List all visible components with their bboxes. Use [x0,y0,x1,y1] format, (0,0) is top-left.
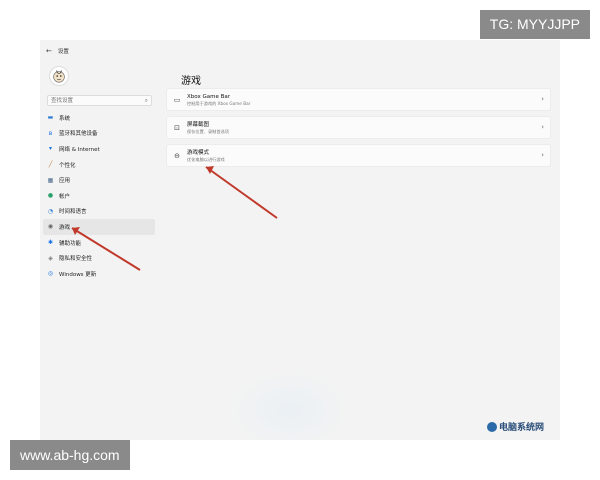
card-text: 游戏模式 优化电脑以进行游戏 [187,150,225,162]
monitor-icon: ▬ [47,114,54,122]
sidebar-item-2[interactable]: ▾ 网络 & Internet [43,141,155,157]
settings-window: ← 设置 ⌕ ▬ 系统 ʙ 蓝牙和其他设备 ▾ 网络 & Internet ╱ 个性化 ▦ 应用 ●… [40,40,560,440]
sidebar-item-label: 网络 & Internet [59,146,100,153]
sidebar-item-6[interactable]: ◔ 时间和语言 [43,204,155,220]
sidebar-item-label: 帐户 [59,193,71,200]
clock-globe-icon: ◔ [47,207,54,215]
watermark-tg: TG: MYYJJPP [479,10,590,39]
sidebar-item-9[interactable]: ◈ 隐私和安全性 [43,250,155,266]
sidebar-item-7[interactable]: ◉ 游戏 [43,219,155,235]
account-icon: ● [47,192,54,200]
sidebar-nav: ▬ 系统 ʙ 蓝牙和其他设备 ▾ 网络 & Internet ╱ 个性化 ▦ 应用 ● 帐户 ◔ 时间和语… [43,110,155,282]
arrow-to-game-mode [205,166,278,219]
site-logo: 电脑系统网 [487,420,544,433]
sidebar-item-label: Windows 更新 [59,271,97,278]
sidebar-item-1[interactable]: ʙ 蓝牙和其他设备 [43,126,155,142]
sidebar-item-label: 游戏 [59,224,71,231]
sidebar-item-4[interactable]: ▦ 应用 [43,172,155,188]
capture-icon: ⊡ [174,123,180,132]
title-bar: ← 设置 [46,45,69,57]
settings-card-2[interactable]: ⊖ 游戏模式 优化电脑以进行游戏 › [166,144,551,167]
site-logo-mark-icon [487,421,497,432]
card-subtitle: 优化电脑以进行游戏 [187,156,225,162]
wifi-icon: ▾ [48,145,52,153]
settings-card-1[interactable]: ⊡ 屏幕截图 保存位置、录制首选项 › [166,116,551,139]
sidebar-item-3[interactable]: ╱ 个性化 [43,157,155,173]
chevron-right-icon[interactable]: › [541,95,544,103]
settings-card-0[interactable]: ▭ Xbox Game Bar 控制用于游戏的 Xbox Game Bar › [166,88,551,111]
card-title: 游戏模式 [187,149,210,156]
sidebar-item-label: 时间和语言 [59,209,87,216]
game-mode-icon: ⊖ [174,151,180,160]
card-title: Xbox Game Bar [187,93,230,100]
avatar[interactable] [49,66,69,86]
apps-icon: ▦ [47,176,54,184]
xbox-gamebar-icon: ▭ [173,95,181,104]
sidebar-item-5[interactable]: ● 帐户 [43,188,155,204]
settings-cards: ▭ Xbox Game Bar 控制用于游戏的 Xbox Game Bar › ⊡ 屏幕截… [166,88,551,172]
sidebar-item-8[interactable]: ✱ 辅助功能 [43,235,155,251]
sidebar-item-label: 隐私和安全性 [59,256,93,263]
gamepad-icon: ◉ [47,223,54,231]
search-box[interactable]: ⌕ [47,95,152,106]
card-subtitle: 保存位置、录制首选项 [187,128,229,134]
accessibility-icon: ✱ [47,239,54,247]
card-title: 屏幕截图 [187,121,210,128]
sidebar-item-label: 应用 [59,178,71,185]
sidebar-item-label: 系统 [59,115,71,122]
card-text: 屏幕截图 保存位置、录制首选项 [187,122,229,134]
search-icon[interactable]: ⌕ [145,97,148,105]
user-avatar-icon [53,70,65,83]
card-subtitle: 控制用于游戏的 Xbox Game Bar [187,100,251,106]
chevron-right-icon[interactable]: › [541,151,544,159]
sidebar-item-0[interactable]: ▬ 系统 [43,110,155,126]
sidebar-item-10[interactable]: ◎ Windows 更新 [43,266,155,282]
watermark-url: www.ab-hg.com [10,440,130,470]
back-arrow-icon[interactable]: ← [46,47,52,55]
site-logo-text: 电脑系统网 [499,423,545,433]
page-title: 游戏 [181,76,201,87]
update-icon: ◎ [47,270,54,278]
sidebar-item-label: 蓝牙和其他设备 [59,131,98,138]
card-text: Xbox Game Bar 控制用于游戏的 Xbox Game Bar [187,94,250,106]
search-input[interactable] [51,96,141,105]
background-glow [230,370,350,440]
bluetooth-icon: ʙ [48,129,53,137]
window-title: 设置 [57,49,69,55]
shield-icon: ◈ [48,254,53,262]
sidebar-item-label: 个性化 [59,162,76,169]
brush-icon: ╱ [48,161,53,169]
sidebar-item-label: 辅助功能 [59,240,82,247]
chevron-right-icon[interactable]: › [541,123,544,131]
